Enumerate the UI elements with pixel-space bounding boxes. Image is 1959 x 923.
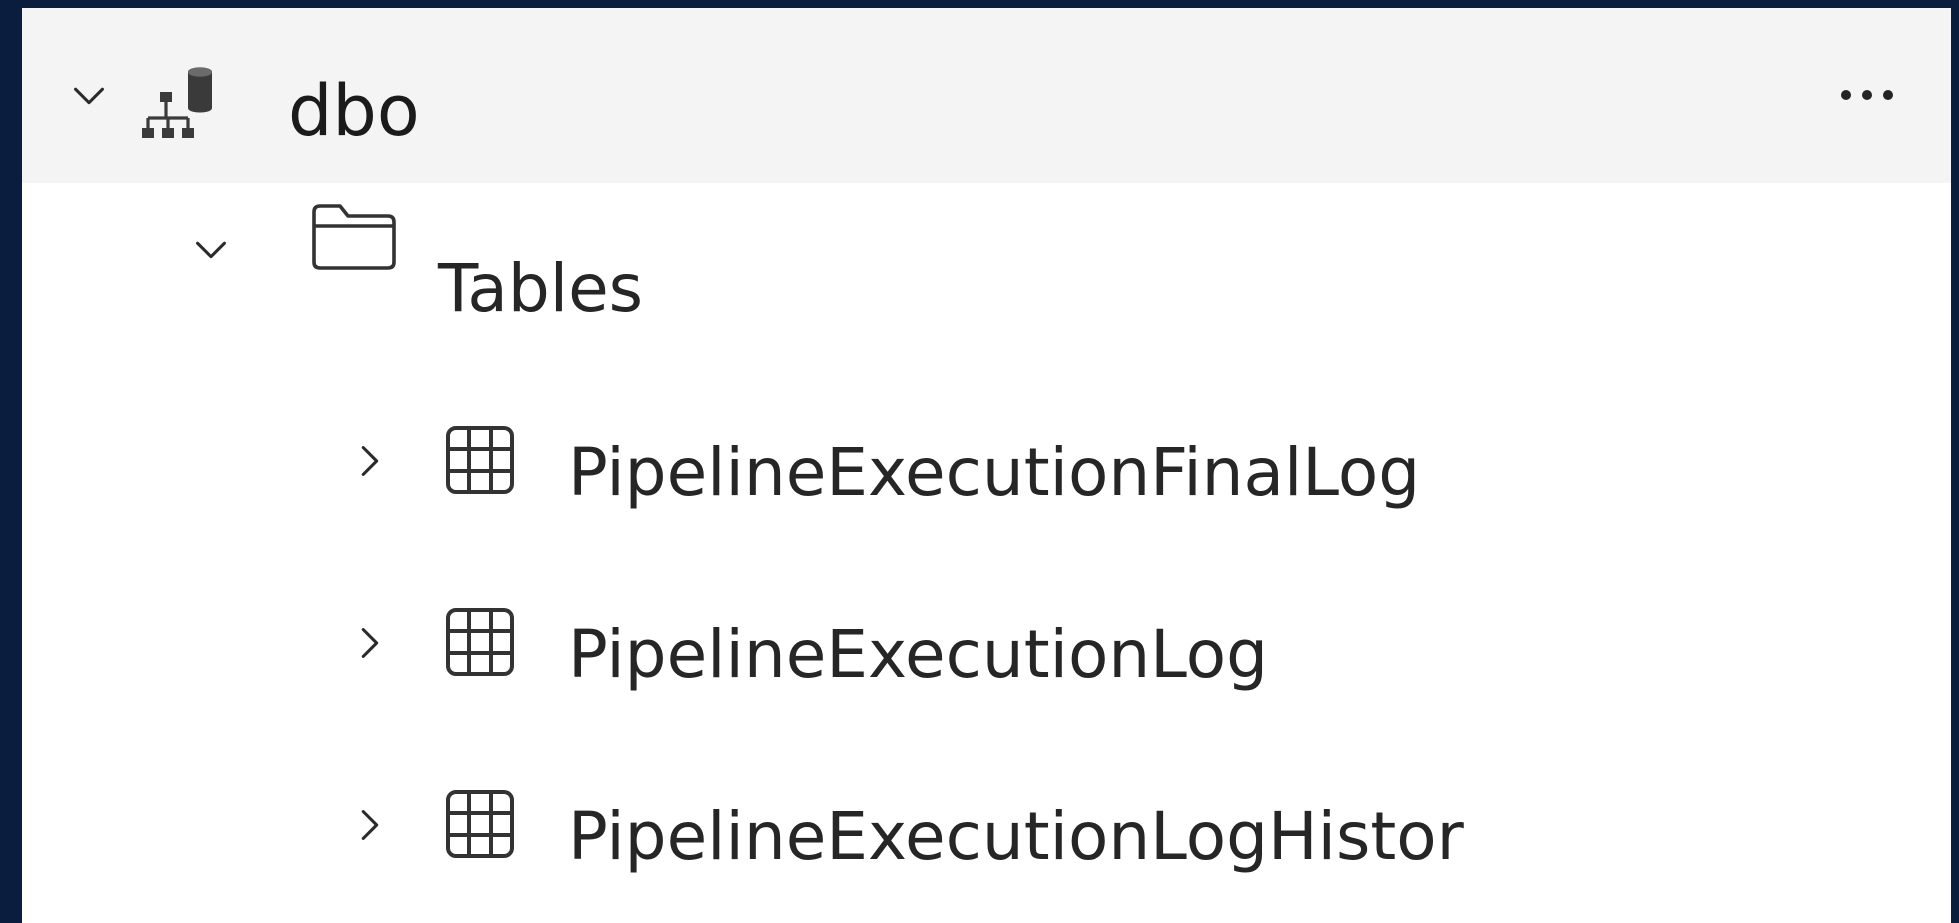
chevron-right-icon[interactable] bbox=[346, 438, 392, 484]
table-icon bbox=[442, 786, 518, 862]
chevron-right-icon[interactable] bbox=[346, 620, 392, 666]
table-label: PipelineExecutionFinalLog bbox=[568, 434, 1421, 511]
schema-label: dbo bbox=[288, 70, 420, 152]
folder-icon bbox=[308, 200, 400, 274]
chevron-down-icon[interactable] bbox=[66, 72, 112, 118]
table-icon bbox=[442, 604, 518, 680]
tree-item-folder-tables[interactable]: Tables bbox=[22, 200, 1951, 376]
tree-item-table[interactable]: PipelineExecutionLog bbox=[22, 564, 1951, 740]
chevron-down-icon[interactable] bbox=[188, 226, 234, 272]
table-label: PipelineExecutionLogHistor bbox=[568, 798, 1464, 875]
tree-item-table[interactable]: PipelineExecutionLogHistor bbox=[22, 746, 1951, 922]
table-icon bbox=[442, 422, 518, 498]
folder-label: Tables bbox=[438, 250, 644, 327]
chevron-right-icon[interactable] bbox=[346, 802, 392, 848]
table-label: PipelineExecutionLog bbox=[568, 616, 1269, 693]
more-options-icon[interactable] bbox=[1841, 90, 1893, 100]
tree-item-table[interactable]: PipelineExecutionFinalLog bbox=[22, 382, 1951, 558]
object-explorer-panel: dbo Tables PipelineExecutionFinalLog Pip… bbox=[22, 8, 1951, 923]
schema-icon bbox=[140, 60, 232, 152]
tree-item-schema-dbo[interactable]: dbo bbox=[22, 8, 1951, 183]
